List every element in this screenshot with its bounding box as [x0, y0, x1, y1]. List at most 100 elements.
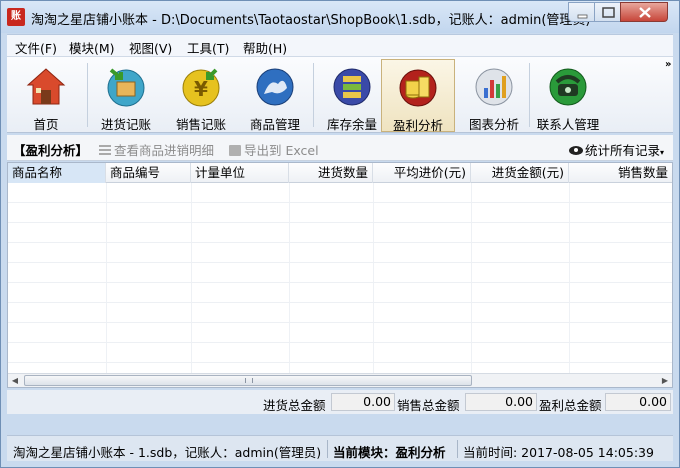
menu-bar: 文件(F) 模块(M) 视图(V) 工具(T) 帮助(H): [7, 34, 673, 56]
menu-module[interactable]: 模块(M): [69, 38, 115, 57]
table-body[interactable]: [8, 183, 672, 373]
grid-line: [8, 362, 672, 363]
grid-line: [8, 262, 672, 263]
close-button[interactable]: [620, 2, 668, 22]
totals-bar: 进货总金额 0.00 销售总金额 0.00 盈利总金额 0.00: [7, 390, 673, 414]
close-icon: [639, 7, 651, 18]
app-window: 账 淘淘之星店铺小账本 - D:\Documents\Taotaostar\Sh…: [0, 0, 680, 468]
status-module: 当前模块：盈利分析: [333, 445, 446, 460]
goods-icon: [256, 68, 294, 106]
tool-label: 进货记账: [100, 117, 151, 132]
tool-label: 销售记账: [175, 117, 226, 132]
status-time: 当前时间: 2017-08-05 14:05:39: [463, 445, 654, 460]
grid-line: [289, 183, 290, 373]
grid-line: [106, 183, 107, 373]
tool-label: 图表分析: [468, 117, 519, 132]
toolbar-profit-button[interactable]: 盈利分析: [381, 59, 455, 133]
profit-icon: [399, 69, 437, 107]
main-toolbar: 首页 进货记账 ¥ 销售记账 商品管理 库存余量 盈利分析 图表分析 联系人管理…: [7, 56, 673, 133]
grid-line: [8, 282, 672, 283]
purchase-total-label: 进货总金额: [263, 398, 326, 413]
menu-view[interactable]: 视图(V): [129, 38, 172, 57]
export-icon: [229, 145, 241, 156]
export-excel-label: 导出到 Excel: [244, 143, 319, 158]
toolbar-separator: [87, 63, 88, 127]
stat-all-label: 统计所有记录: [585, 143, 661, 158]
menu-file[interactable]: 文件(F): [15, 38, 57, 57]
contacts-icon: [549, 68, 587, 106]
grid-line: [373, 183, 374, 373]
svg-text:¥: ¥: [194, 77, 208, 101]
grip-icon: [245, 378, 253, 383]
tool-label: 盈利分析: [392, 118, 443, 133]
app-logo-icon: 账: [7, 8, 25, 26]
export-excel-button[interactable]: 导出到 Excel: [229, 140, 319, 159]
grid-line: [8, 322, 672, 323]
grid-line: [569, 183, 570, 373]
grid-line: [191, 183, 192, 373]
title-bar[interactable]: 账 淘淘之星店铺小账本 - D:\Documents\Taotaostar\Sh…: [1, 1, 679, 33]
inventory-icon: [333, 68, 371, 106]
sales-icon: ¥: [182, 68, 220, 107]
view-detail-button[interactable]: 查看商品进销明细: [99, 140, 214, 159]
grid-line: [471, 183, 472, 373]
column-header-sales-qty[interactable]: 销售数量: [569, 163, 672, 183]
toolbar-home-button[interactable]: 首页: [11, 59, 81, 132]
menu-tools[interactable]: 工具(T): [187, 38, 229, 57]
toolbar-sales-button[interactable]: ¥ 销售记账: [165, 59, 237, 132]
column-header-purchase-qty[interactable]: 进货数量: [289, 163, 373, 183]
grid-line: [8, 202, 672, 203]
minimize-icon: [577, 14, 588, 19]
sales-total-value: 0.00: [465, 393, 537, 411]
profit-total-value: 0.00: [605, 393, 671, 411]
toolbar-purchase-button[interactable]: 进货记账: [91, 59, 161, 132]
horizontal-scrollbar[interactable]: ◀ ▶: [8, 373, 672, 387]
status-bar: 淘淘之星店铺小账本 - 1.sdb，记账人：admin(管理员) 当前模块：盈利…: [7, 435, 673, 461]
home-icon: [26, 68, 66, 105]
tool-label: 联系人管理: [536, 117, 600, 132]
toolbar-contacts-button[interactable]: 联系人管理: [531, 59, 605, 132]
grid-line: [8, 242, 672, 243]
module-toolbar: 【盈利分析】 查看商品进销明细 导出到 Excel 统计所有记录▾: [7, 135, 673, 161]
status-separator: [327, 440, 328, 458]
purchase-icon: [107, 68, 145, 107]
toolbar-chart-button[interactable]: 图表分析: [459, 59, 529, 132]
module-title: 【盈利分析】: [13, 143, 89, 158]
tool-label: 商品管理: [249, 117, 300, 132]
dropdown-caret-icon: ▾: [660, 148, 665, 157]
table-header: 商品名称 商品编号 计量单位 进货数量 平均进价(元) 进货金额(元) 销售数量: [8, 163, 672, 183]
maximize-button[interactable]: [594, 2, 621, 22]
view-detail-label: 查看商品进销明细: [114, 143, 215, 158]
chart-icon: [475, 68, 513, 106]
tool-label: 首页: [33, 117, 59, 132]
column-header-goods-name[interactable]: 商品名称: [8, 163, 106, 183]
column-header-unit[interactable]: 计量单位: [191, 163, 289, 183]
profit-table[interactable]: 商品名称 商品编号 计量单位 进货数量 平均进价(元) 进货金额(元) 销售数量: [7, 162, 673, 388]
scrollbar-thumb[interactable]: [24, 375, 472, 386]
scroll-right-icon[interactable]: ▶: [658, 374, 672, 387]
toolbar-overflow-icon[interactable]: »: [665, 59, 671, 70]
scroll-left-icon[interactable]: ◀: [8, 374, 22, 387]
toolbar-separator: [313, 63, 314, 127]
column-header-avg-price[interactable]: 平均进价(元): [373, 163, 471, 183]
list-icon: [99, 145, 111, 156]
grid-line: [8, 302, 672, 303]
grid-line: [8, 342, 672, 343]
column-header-purchase-amount[interactable]: 进货金额(元): [471, 163, 569, 183]
tool-label: 库存余量: [326, 117, 377, 132]
toolbar-goods-button[interactable]: 商品管理: [239, 59, 311, 132]
toolbar-separator: [529, 63, 530, 127]
eye-icon: [569, 146, 583, 155]
window-title: 淘淘之星店铺小账本 - D:\Documents\Taotaostar\Shop…: [31, 13, 591, 28]
stat-all-dropdown[interactable]: 统计所有记录▾: [569, 140, 664, 159]
minimize-button[interactable]: [568, 2, 595, 22]
menu-help[interactable]: 帮助(H): [243, 38, 287, 57]
sales-total-label: 销售总金额: [397, 398, 460, 413]
grid-line: [8, 222, 672, 223]
column-header-goods-code[interactable]: 商品编号: [106, 163, 191, 183]
profit-total-label: 盈利总金额: [539, 398, 602, 413]
status-file: 淘淘之星店铺小账本 - 1.sdb，记账人：admin(管理员): [13, 445, 322, 460]
purchase-total-value: 0.00: [331, 393, 395, 411]
toolbar-inventory-button[interactable]: 库存余量: [317, 59, 387, 132]
status-separator: [457, 440, 458, 458]
